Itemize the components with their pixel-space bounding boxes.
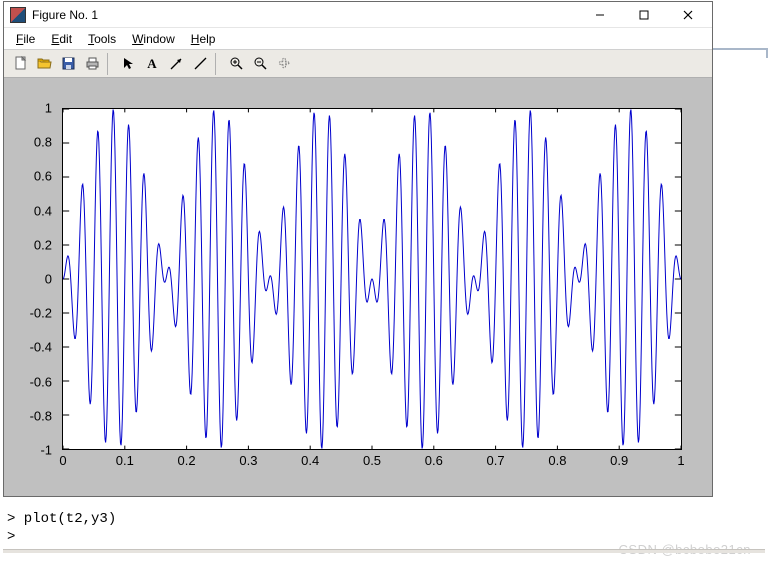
y-tick-label: -1 — [40, 443, 52, 458]
menubar: File Edit Tools Window Help — [4, 28, 712, 50]
print-icon[interactable] — [81, 53, 103, 75]
background-panel-edge — [712, 48, 768, 58]
x-tick-label: 0.6 — [425, 453, 443, 468]
toolbar-separator — [107, 53, 113, 75]
line-icon[interactable] — [189, 53, 211, 75]
y-tick-label: -0.6 — [30, 374, 52, 389]
arrow-annotation-icon[interactable] — [165, 53, 187, 75]
x-tick-label: 0.3 — [239, 453, 257, 468]
x-tick-label: 0.9 — [610, 453, 628, 468]
figure-window: Figure No. 1 File Edit Tools Window Help… — [3, 1, 713, 497]
x-tick-label: 0.4 — [301, 453, 319, 468]
command-window[interactable]: > plot(t2,y3) > — [3, 510, 765, 546]
text-icon[interactable]: A — [141, 53, 163, 75]
y-tick-label: 0.6 — [34, 169, 52, 184]
minimize-button[interactable] — [578, 3, 622, 27]
x-tick-label: 0.7 — [487, 453, 505, 468]
close-button[interactable] — [666, 3, 710, 27]
open-folder-icon[interactable] — [33, 53, 55, 75]
window-title: Figure No. 1 — [32, 8, 578, 22]
menu-help[interactable]: Help — [183, 30, 224, 48]
menu-file[interactable]: File — [8, 30, 43, 48]
menu-edit[interactable]: Edit — [43, 30, 80, 48]
x-axis-ticks: 00.10.20.30.40.50.60.70.80.91 — [63, 451, 681, 471]
new-file-icon[interactable] — [9, 53, 31, 75]
status-separator — [3, 549, 765, 553]
save-icon[interactable] — [57, 53, 79, 75]
zoom-out-icon[interactable] — [249, 53, 271, 75]
y-axis-ticks: -1 -0.8 -0.6 -0.4 -0.2 0 0.2 0.4 0.6 0.8 1 — [14, 88, 62, 486]
y-tick-label: 0 — [45, 272, 52, 287]
rotate-3d-icon[interactable] — [273, 53, 295, 75]
titlebar[interactable]: Figure No. 1 — [4, 2, 712, 28]
x-tick-label: 0 — [59, 453, 66, 468]
axes-container: -1-0.8-0.6-0.4-0.200.20.40.60.81 00.10.2… — [14, 88, 702, 486]
x-tick-label: 0.1 — [116, 453, 134, 468]
y-tick-label: -0.8 — [30, 408, 52, 423]
x-tick-label: 1 — [677, 453, 684, 468]
y-tick-label: -0.2 — [30, 306, 52, 321]
figure-area: -1-0.8-0.6-0.4-0.200.20.40.60.81 00.10.2… — [4, 78, 712, 496]
toolbar-separator-2 — [215, 53, 221, 75]
y-tick-label: 1 — [45, 101, 52, 116]
toolbar: A — [4, 50, 712, 78]
y-tick-label: 0.8 — [34, 135, 52, 150]
command-line-1: > plot(t2,y3) — [3, 510, 765, 528]
y-tick-label: -0.4 — [30, 340, 52, 355]
x-tick-label: 0.5 — [363, 453, 381, 468]
x-tick-label: 0.8 — [548, 453, 566, 468]
matlab-app-icon — [10, 7, 26, 23]
maximize-button[interactable] — [622, 3, 666, 27]
window-controls — [578, 3, 710, 27]
axes[interactable]: 00.10.20.30.40.50.60.70.80.91 — [62, 108, 682, 450]
zoom-in-icon[interactable] — [225, 53, 247, 75]
x-tick-label: 0.2 — [178, 453, 196, 468]
menu-window[interactable]: Window — [124, 30, 183, 48]
arrow-cursor-icon[interactable] — [117, 53, 139, 75]
menu-tools[interactable]: Tools — [80, 30, 124, 48]
y-tick-label: 0.2 — [34, 237, 52, 252]
y-tick-label: 0.4 — [34, 203, 52, 218]
